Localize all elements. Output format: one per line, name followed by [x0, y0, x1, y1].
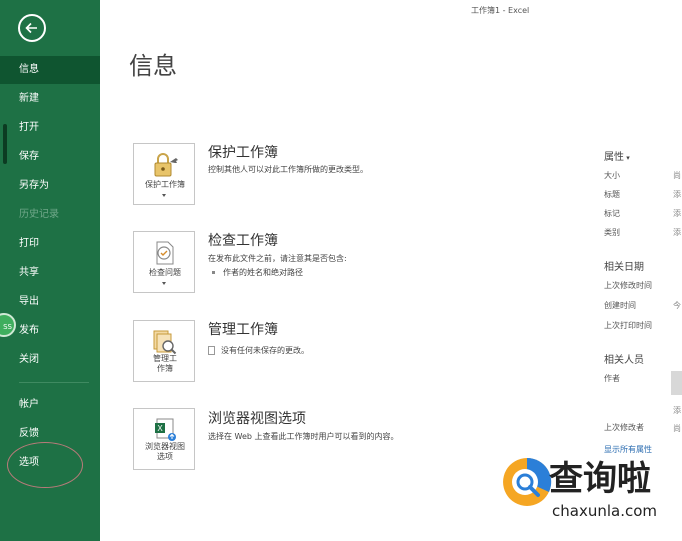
prop-value-title[interactable]: 添: [673, 189, 682, 200]
document-icon: [208, 346, 215, 355]
prop-label-author: 作者: [604, 374, 620, 383]
prop-value-tags[interactable]: 添: [673, 208, 682, 219]
protect-workbook-button[interactable]: 保护工作簿: [133, 143, 195, 205]
prop-label-size: 大小: [604, 171, 620, 180]
prop-value-size: 尚: [673, 171, 681, 180]
prop-label-category: 类别: [604, 228, 620, 237]
sidebar-divider: [19, 382, 89, 383]
page-title: 信息: [129, 52, 177, 80]
back-arrow-icon: [25, 22, 37, 34]
inspect-bullet-text: 作者的姓名和绝对路径: [223, 268, 303, 277]
manage-workbook-button-label: 管理工 作簿: [134, 354, 196, 374]
watermark-brand: 查询啦: [549, 459, 651, 499]
backstage-sidebar: 信息 新建 打开 保存 另存为 历史记录 打印 共享 导出 发布 关闭 帐户 反…: [0, 0, 100, 541]
sidebar-item-export[interactable]: 导出: [0, 288, 100, 316]
browser-view-desc: 选择在 Web 上查看此工作簿时用户可以看到的内容。: [208, 432, 399, 441]
sidebar-item-close[interactable]: 关闭: [0, 346, 100, 374]
lock-key-icon: [154, 153, 178, 177]
browser-label-line2: 选项: [157, 452, 173, 461]
sidebar-item-save[interactable]: 保存: [0, 143, 100, 171]
search-logo-icon: [503, 457, 552, 506]
check-issues-button-label: 检查问题: [149, 268, 181, 277]
inspect-bullet-item: 作者的姓名和绝对路径: [212, 267, 303, 278]
prop-label-last-modified: 上次修改时间: [604, 281, 652, 290]
bullet-icon: [212, 271, 215, 274]
related-dates-header: 相关日期: [604, 262, 644, 273]
chevron-down-icon: [162, 282, 166, 285]
check-issues-button[interactable]: 检查问题: [133, 231, 195, 293]
manage-versions-icon: [153, 330, 177, 355]
sidebar-item-open[interactable]: 打开: [0, 114, 100, 142]
prop-value-category[interactable]: 添: [673, 227, 682, 238]
watermark-logo: 查询啦 chaxunla.com: [495, 450, 682, 541]
prop-label-created: 创建时间: [604, 301, 636, 310]
prop-value-author-status: 尚: [673, 424, 681, 433]
prop-label-last-printed: 上次打印时间: [604, 321, 652, 330]
prop-label-title: 标题: [604, 190, 620, 199]
prop-value-created: 今: [673, 301, 681, 310]
related-people-header: 相关人员: [604, 355, 644, 366]
manage-workbook-title: 管理工作簿: [208, 322, 278, 338]
properties-dropdown[interactable]: 属性 ▾: [604, 148, 630, 163]
protect-workbook-desc: 控制其他人可以对此工作簿所做的更改类型。: [208, 165, 368, 174]
manage-workbook-button[interactable]: 管理工 作簿: [133, 320, 195, 382]
manage-workbook-desc-row: 没有任何未保存的更改。: [208, 345, 309, 356]
options-highlight-circle: [7, 442, 83, 488]
inspect-workbook-desc: 在发布此文件之前，请注意其是否包含:: [208, 254, 347, 263]
sidebar-item-new[interactable]: 新建: [0, 85, 100, 113]
browser-view-button-label: 浏览器视图 选项: [134, 442, 196, 462]
author-avatar: [671, 371, 682, 395]
sidebar-item-save-as[interactable]: 另存为: [0, 172, 100, 200]
chevron-down-icon: [162, 194, 166, 197]
document-check-icon: [156, 241, 174, 265]
sidebar-item-history: 历史记录: [19, 209, 59, 220]
back-button[interactable]: [18, 14, 46, 42]
protect-workbook-title: 保护工作簿: [208, 145, 278, 161]
window-title: 工作簿1 - Excel: [471, 6, 530, 15]
manage-label-line2: 作簿: [157, 364, 173, 373]
manage-workbook-desc: 没有任何未保存的更改。: [221, 346, 309, 355]
protect-workbook-button-label: 保护工作簿: [145, 180, 185, 189]
browser-view-options-button[interactable]: X 浏览器视图 选项: [133, 408, 195, 470]
inspect-workbook-title: 检查工作簿: [208, 233, 278, 249]
watermark-url: chaxunla.com: [552, 502, 657, 520]
browser-label-line1: 浏览器视图: [145, 442, 185, 451]
prop-value-author-add[interactable]: 添: [673, 405, 682, 416]
manage-label-line1: 管理工: [153, 354, 177, 363]
sidebar-item-info[interactable]: 信息: [0, 56, 100, 84]
sidebar-item-print[interactable]: 打印: [0, 230, 100, 258]
properties-header: 属性: [604, 152, 624, 163]
browser-view-title: 浏览器视图选项: [208, 411, 306, 427]
chevron-down-icon: ▾: [624, 154, 630, 162]
prop-label-tags: 标记: [604, 209, 620, 218]
sidebar-item-share[interactable]: 共享: [0, 259, 100, 287]
sidebar-item-account[interactable]: 帐户: [0, 391, 100, 419]
svg-text:X: X: [157, 424, 163, 433]
prop-label-last-modified-by: 上次修改者: [604, 423, 644, 432]
excel-web-icon: X: [155, 418, 176, 441]
